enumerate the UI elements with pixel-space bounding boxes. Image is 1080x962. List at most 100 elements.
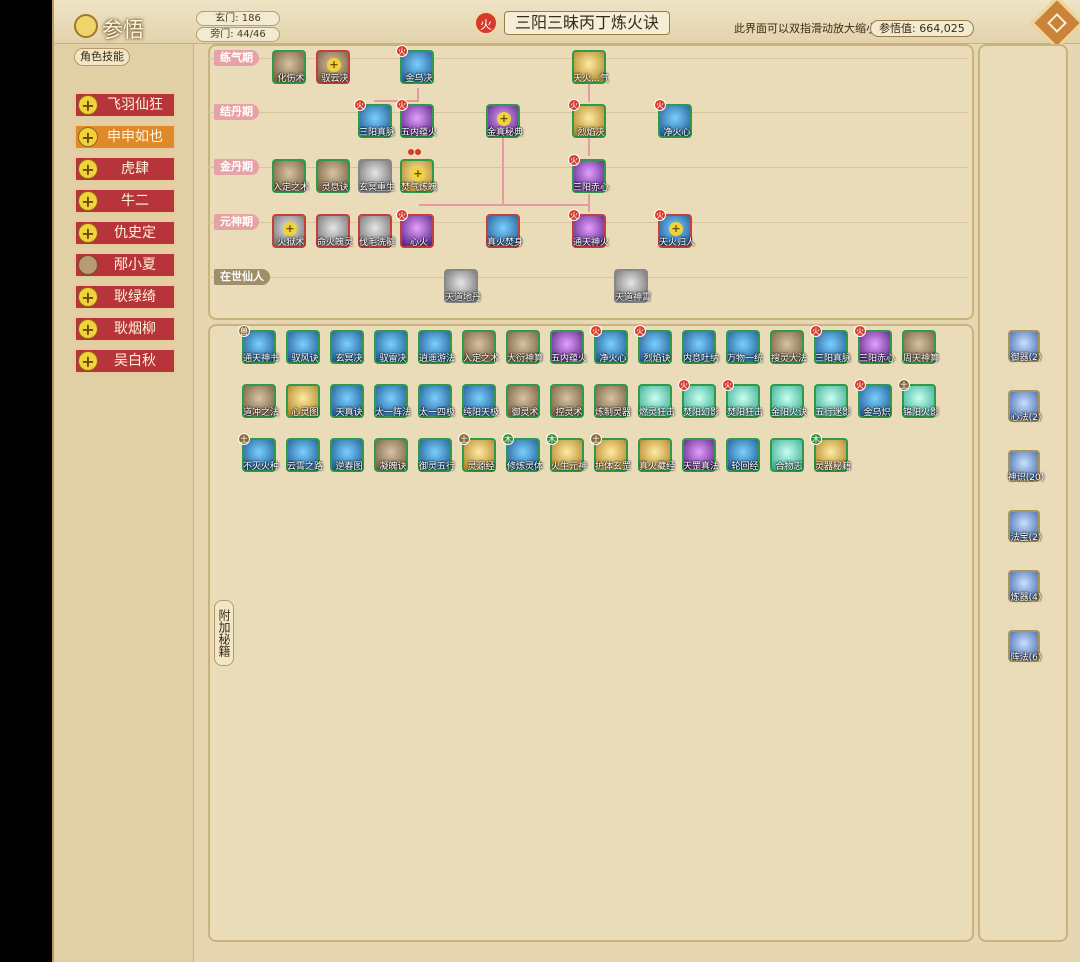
skill-node[interactable]: 土锦阳火影 [898, 379, 939, 418]
skill-node[interactable]: 火焚阳狂击 [722, 379, 763, 418]
wood-badge: 木 [546, 433, 558, 445]
tree-node[interactable]: 火烈焰决 [568, 99, 606, 138]
tree-node[interactable]: 火净火心 [654, 99, 692, 138]
skill-node[interactable]: 大衍神算 [506, 330, 543, 364]
tree-node[interactable]: 伐毛洗髓 [358, 214, 395, 248]
skill-node[interactable]: 金阳火诀 [770, 384, 807, 418]
tree-node[interactable]: 天火...气 [572, 50, 609, 84]
tree-node[interactable]: + 焚气炼魄 [400, 159, 437, 193]
tree-link [502, 138, 504, 206]
fire-badge: 火 [568, 154, 580, 166]
skill-node[interactable]: 驭雷决 [374, 330, 408, 364]
skill-node[interactable]: 御灵五行 [418, 438, 455, 472]
skill-node[interactable]: 火三阳真脉 [810, 325, 851, 364]
character-item[interactable]: + 飞羽仙狂 [74, 92, 176, 118]
skill-node[interactable]: 真火藏经 [638, 438, 675, 472]
skill-node[interactable]: 土灵源经 [458, 433, 496, 472]
character-item[interactable]: + 仇史定 [74, 220, 176, 246]
skill-node[interactable]: 木灵器秘籍 [810, 433, 851, 472]
skill-node[interactable]: 驭风诀 [286, 330, 320, 364]
character-item[interactable]: + 耿绿绮 [74, 284, 176, 310]
tree-node[interactable]: 天道地丹 [444, 269, 481, 303]
character-item[interactable]: 邴小夏 [74, 252, 176, 278]
tree-node[interactable]: 火五内蕴火 [396, 99, 437, 138]
earth-badge: 土 [898, 379, 910, 391]
skill-node[interactable]: 搜灵大法 [770, 330, 807, 364]
tree-link [588, 138, 590, 156]
method-name: 三阳三昧丙丁炼火诀 [504, 11, 671, 35]
skill-node[interactable]: 火金乌炽 [854, 379, 892, 418]
character-item[interactable]: + 牛二 [74, 188, 176, 214]
zoom-hint: 此界面可以双指滑动放大缩小 [734, 22, 877, 35]
character-item[interactable]: + 虎肆 [74, 156, 176, 182]
tree-node[interactable]: 真火焚身 [486, 214, 523, 248]
skill-node[interactable]: 天罡真法 [682, 438, 719, 472]
role-skill[interactable]: 御器(2) [1008, 330, 1041, 363]
plus-icon: + [78, 127, 98, 147]
tree-node[interactable]: + 金真秘典 [486, 104, 523, 138]
skill-node[interactable]: 控灵术 [550, 384, 584, 418]
tree-node[interactable]: 化伤术 [272, 50, 306, 84]
tree-node[interactable]: 命火魄灵 [316, 214, 353, 248]
skill-node[interactable]: 云霄之路 [286, 438, 323, 472]
tree-node[interactable]: 天道神霄 [614, 269, 651, 303]
tree-node[interactable]: 火金乌决 [396, 45, 434, 84]
skill-node[interactable]: 火焚阳幻影 [678, 379, 719, 418]
tree-node[interactable]: 火通天神火 [568, 209, 609, 248]
fire-badge: 火 [354, 99, 366, 111]
skill-node[interactable]: 御灵术 [506, 384, 540, 418]
skill-node[interactable]: 土不灭火种 [238, 433, 279, 472]
skill-node[interactable]: 玄冥决 [330, 330, 364, 364]
skill-node[interactable]: 心灵图 [286, 384, 320, 418]
skill-node[interactable]: 周天神算 [902, 330, 939, 364]
tree-node[interactable]: 灵息诀 [316, 159, 350, 193]
character-item-active[interactable]: + 申申如也 [74, 124, 176, 150]
skill-node[interactable]: 入定之术 [462, 330, 499, 364]
skill-node[interactable]: 土护体玄罡 [590, 433, 631, 472]
character-item[interactable]: + 耿烟柳 [74, 316, 176, 342]
skill-node[interactable]: 木修炼灵体 [502, 433, 543, 472]
skill-node[interactable]: 五行迷影 [814, 384, 851, 418]
role-skill[interactable]: 炼器(4) [1008, 570, 1041, 603]
tree-node[interactable]: 入定之术 [272, 159, 309, 193]
skill-node[interactable]: 太一阵法 [374, 384, 411, 418]
role-skill[interactable]: 法宝(2) [1008, 510, 1041, 543]
character-item[interactable]: + 吴白秋 [74, 348, 176, 374]
tree-node[interactable]: 火心火 [396, 209, 434, 248]
skill-node[interactable]: 天真诀 [330, 384, 364, 418]
role-skill[interactable]: 神识(20) [1008, 450, 1044, 483]
tree-node[interactable]: 火三阳赤心 [568, 154, 609, 193]
plus-icon: + [78, 159, 98, 179]
skill-node[interactable]: 木火生元神 [546, 433, 587, 472]
tree-node[interactable]: 玄冥重生 [358, 159, 395, 193]
menu-corner-button[interactable] [1030, 0, 1080, 50]
skill-node[interactable]: 五内蕴火 [550, 330, 587, 364]
tree-node[interactable]: 火 + 天火归人 [654, 209, 695, 248]
skill-node[interactable]: 内息吐纳 [682, 330, 719, 364]
pangmen-counter: 旁门: 44/46 [196, 27, 280, 42]
skill-node[interactable]: 兽通天神书 [238, 325, 279, 364]
tree-node[interactable]: + 驭云决 [316, 50, 350, 84]
fire-badge: 火 [396, 45, 408, 57]
skill-node[interactable]: 纯阳天极 [462, 384, 499, 418]
skill-node[interactable]: 万物一统 [726, 330, 763, 364]
skill-node[interactable]: 火净火心 [590, 325, 628, 364]
role-skill[interactable]: 心法(2) [1008, 390, 1041, 423]
skill-node[interactable]: 燃灵狂击 [638, 384, 675, 418]
skill-node[interactable]: 逆春图 [330, 438, 364, 472]
skill-node[interactable]: 太一四极 [418, 384, 455, 418]
role-skill[interactable]: 阵法(6) [1008, 630, 1041, 663]
extra-manual-tab[interactable]: 附加秘籍 [214, 600, 234, 666]
skill-node[interactable]: 凝魄诀 [374, 438, 408, 472]
tree-node[interactable]: 火三阳真脉 [354, 99, 395, 138]
fire-badge: 火 [854, 379, 866, 391]
skill-node[interactable]: 逍遥游法 [418, 330, 455, 364]
skill-node[interactable]: 合物志 [770, 438, 804, 472]
fire-badge: 火 [654, 99, 666, 111]
skill-node[interactable]: 道冲之法 [242, 384, 279, 418]
skill-node[interactable]: 炼制灵器 [594, 384, 631, 418]
tree-node[interactable]: + 火狱术 [272, 214, 306, 248]
skill-node[interactable]: 火烈焰诀 [634, 325, 672, 364]
skill-node[interactable]: 火三阳赤心 [854, 325, 895, 364]
skill-node[interactable]: 轮回经 [726, 438, 760, 472]
